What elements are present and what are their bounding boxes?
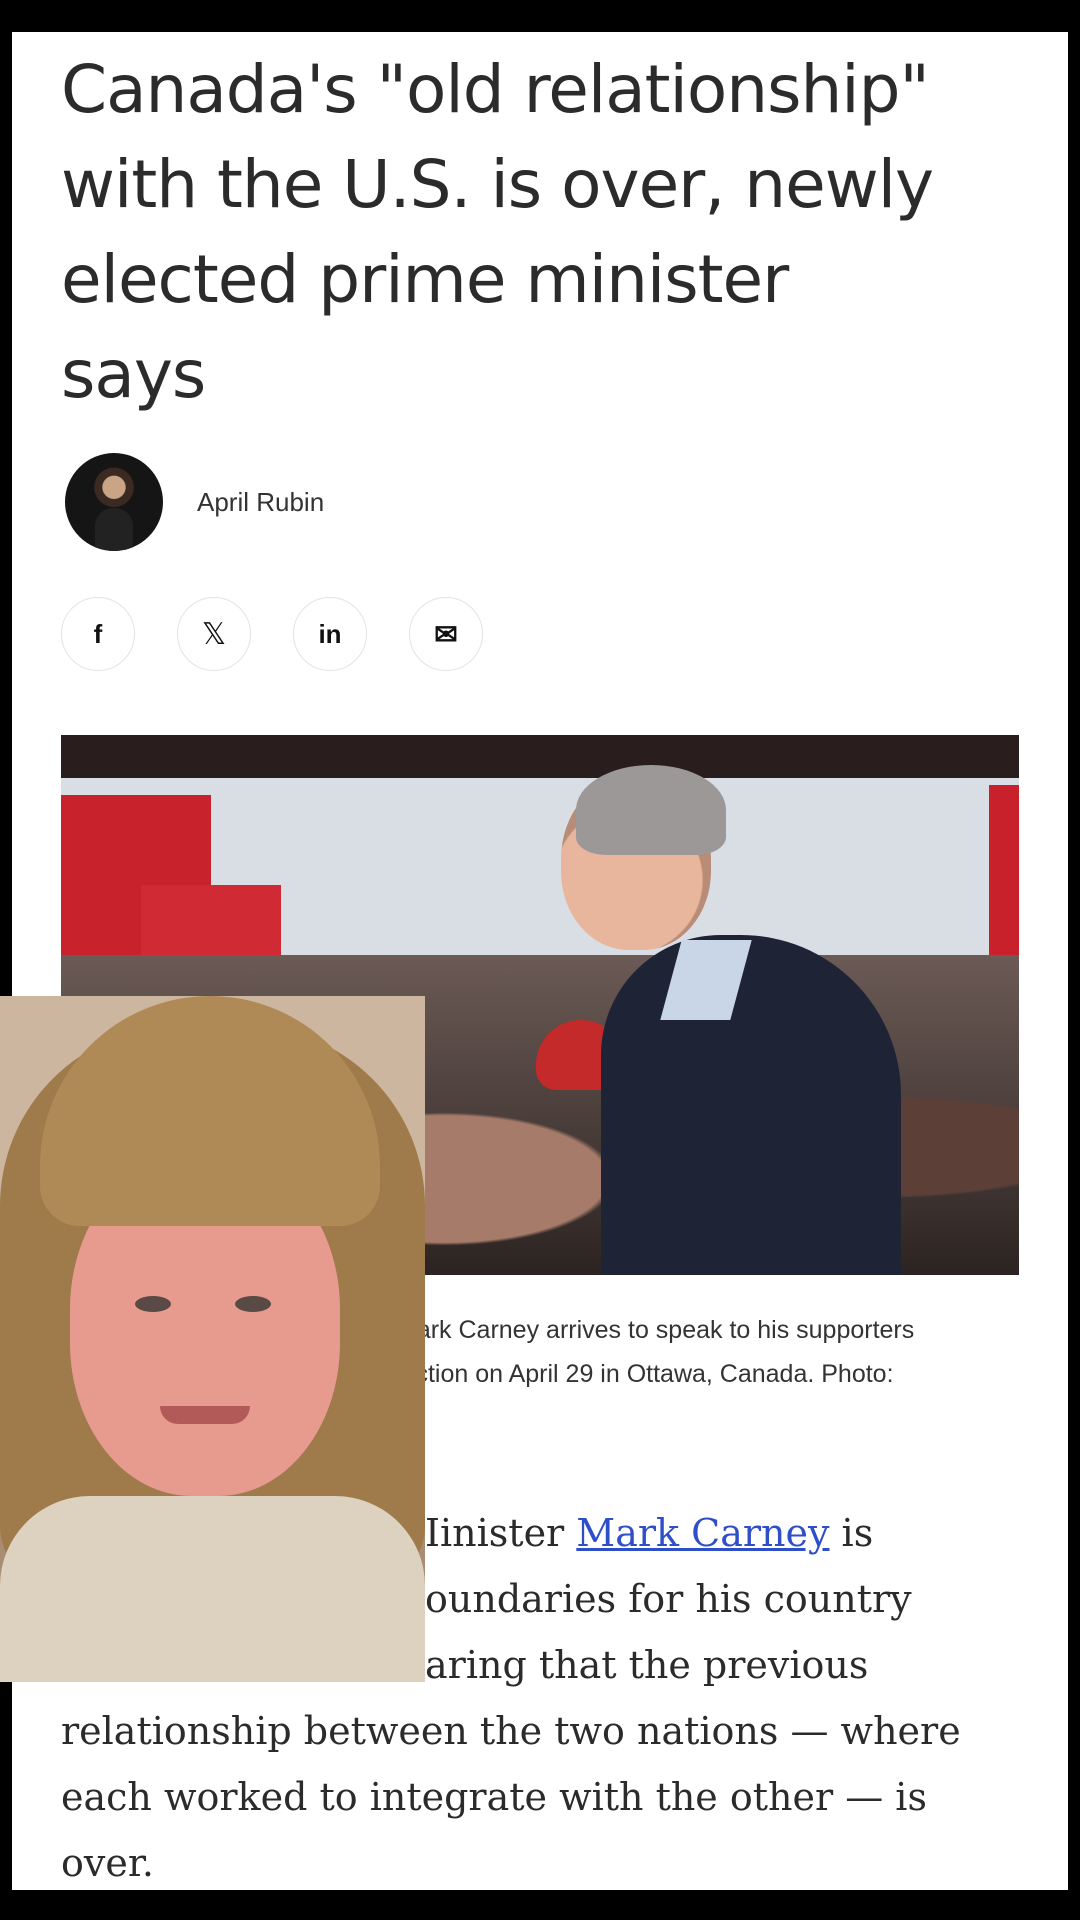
email-share-button[interactable]: ✉ <box>409 597 483 671</box>
mark-carney-link[interactable]: Mark Carney <box>576 1511 829 1555</box>
body-line: relationship between the two nations — w… <box>61 1709 961 1753</box>
x-icon: 𝕏 <box>201 617 227 651</box>
headline-line: Canada's "old relationship" <box>61 51 930 128</box>
caption-line: Mark Carney arrives to speak to his supp… <box>396 1316 915 1344</box>
presenter-eye <box>235 1296 271 1312</box>
headline-line: says <box>61 336 206 413</box>
presenter-eye <box>135 1296 171 1312</box>
body-text: oundaries for his country <box>425 1577 912 1621</box>
headline-line: elected prime minister <box>61 241 789 318</box>
email-icon: ✉ <box>434 618 458 650</box>
speaker-hair <box>576 765 726 855</box>
presenter-mouth <box>160 1406 250 1424</box>
x-share-button[interactable]: 𝕏 <box>177 597 251 671</box>
linkedin-icon: in <box>318 618 342 649</box>
photo-caption: Mark Carney arrives to speak to his supp… <box>396 1308 1056 1396</box>
body-line: over. <box>61 1841 154 1885</box>
article-headline: Canada's "old relationship" with the U.S… <box>61 42 1051 422</box>
author-avatar[interactable] <box>65 453 163 551</box>
facebook-icon: f <box>93 618 103 649</box>
body-text: aring that the previous <box>425 1643 869 1687</box>
presenter-video-overlay <box>0 996 425 1682</box>
author-name[interactable]: April Rubin <box>197 487 324 518</box>
presenter-shirt <box>0 1496 425 1682</box>
body-text: is <box>829 1511 874 1555</box>
body-text: Iinister <box>425 1511 577 1555</box>
share-buttons: f 𝕏 in ✉ <box>61 597 483 671</box>
facebook-share-button[interactable]: f <box>61 597 135 671</box>
author-byline[interactable]: April Rubin <box>65 452 324 552</box>
linkedin-share-button[interactable]: in <box>293 597 367 671</box>
speaker-suit <box>601 935 901 1275</box>
body-line: each worked to integrate with the other … <box>61 1775 927 1819</box>
headline-line: with the U.S. is over, newly <box>61 146 934 223</box>
presenter-bangs <box>40 996 380 1226</box>
caption-line: lection on April 29 in Ottawa, Canada. P… <box>396 1360 894 1388</box>
